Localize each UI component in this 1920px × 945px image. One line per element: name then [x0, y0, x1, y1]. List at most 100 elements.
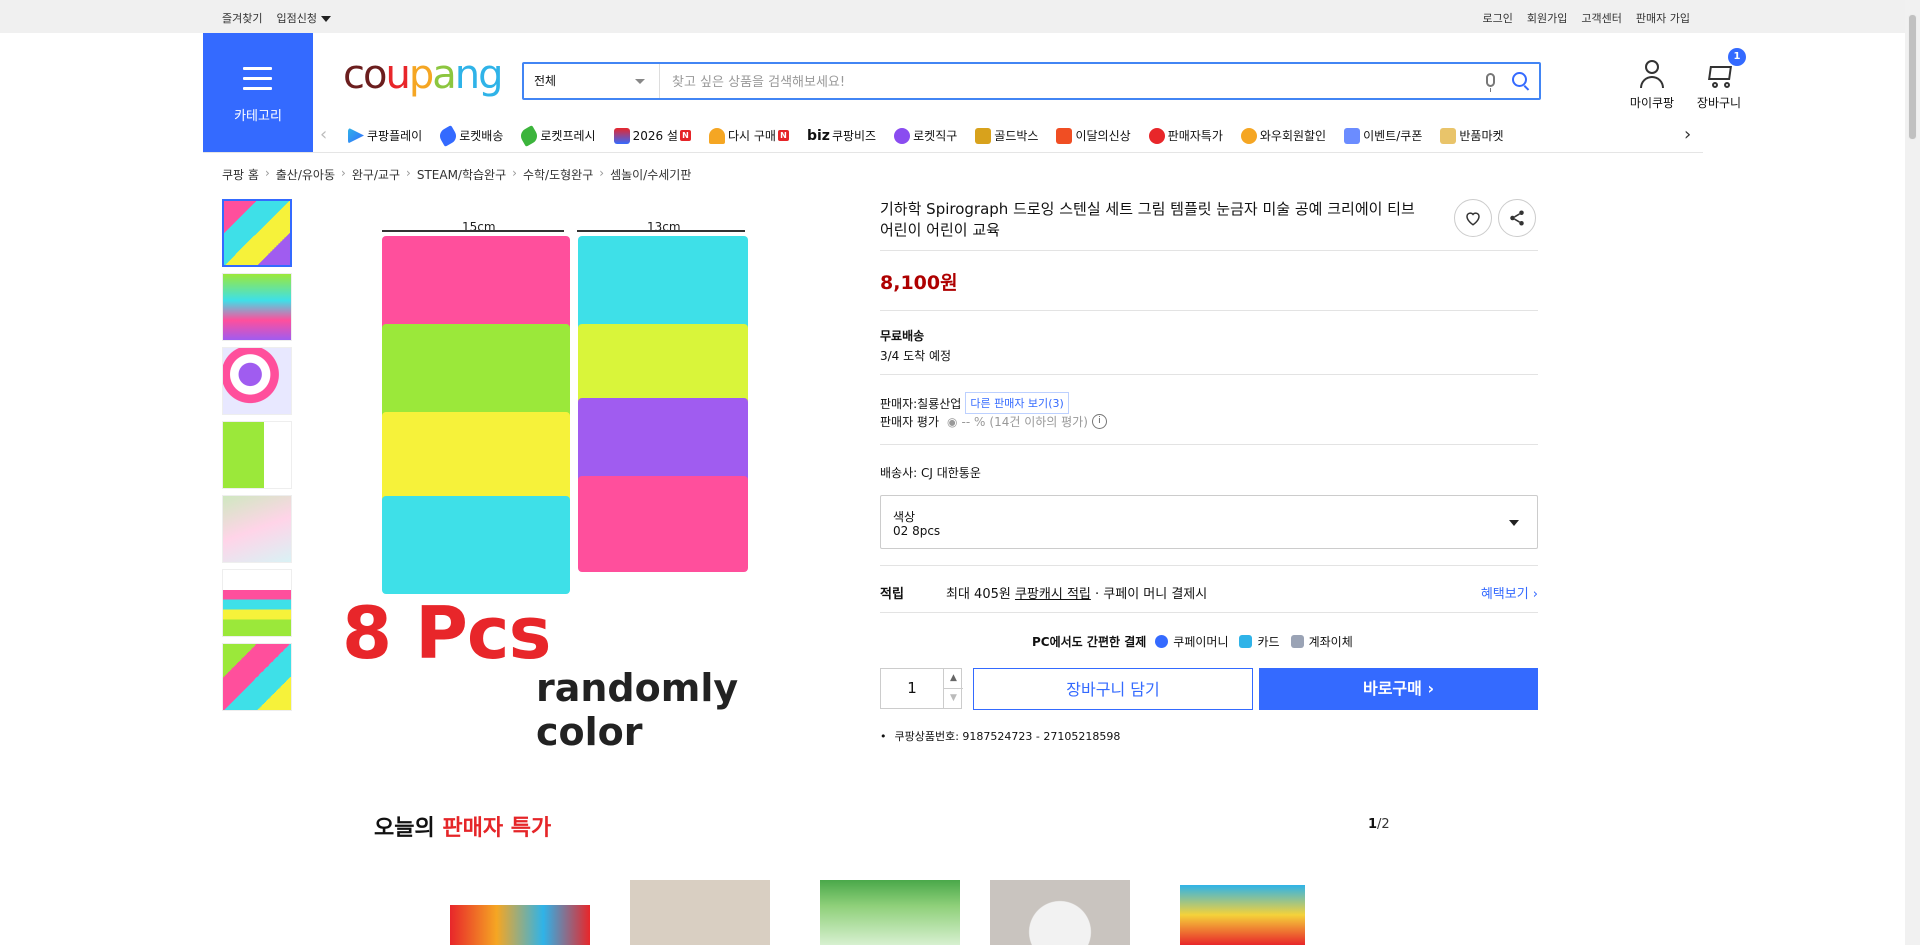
my-coupang-button[interactable]: 마이쿠팡 [1622, 60, 1682, 111]
breadcrumb-item[interactable]: 수학/도형완구 [523, 166, 593, 183]
stencil-green [382, 324, 570, 422]
chevron-right-icon: › [1532, 587, 1538, 602]
nav-item-rocket-global[interactable]: 로켓직구 [894, 127, 957, 144]
breadcrumb-item[interactable]: 쿠팡 홈 [222, 166, 259, 183]
deals-title-prefix: 오늘의 [374, 816, 443, 841]
ruler-line [382, 230, 564, 232]
coupang-logo[interactable]: coupang [343, 52, 504, 98]
breadcrumb-separator-icon: › [599, 166, 605, 180]
deals-page-total: /2 [1377, 817, 1390, 832]
category-menu-button[interactable]: 카테고리 [203, 33, 313, 152]
breadcrumb-item[interactable]: STEAM/학습완구 [417, 166, 506, 183]
signup-link[interactable]: 회원가입 [1527, 10, 1567, 26]
nav-item-return-market[interactable]: 반품마켓 [1440, 127, 1504, 144]
search-bar: 전체 [522, 62, 1541, 100]
search-input[interactable] [670, 70, 1474, 94]
shopping-bag-icon [1056, 127, 1073, 144]
market-icon [1440, 127, 1457, 144]
breadcrumb-separator-icon: › [264, 166, 270, 180]
deal-product-image[interactable] [990, 880, 1130, 945]
deal-product-image[interactable] [1180, 885, 1305, 945]
percent-icon [1148, 127, 1165, 144]
nav-item-label: 다시 구매 [727, 129, 776, 143]
customer-center-link[interactable]: 고객센터 [1581, 10, 1621, 26]
share-button[interactable] [1498, 199, 1536, 237]
product-thumbnail[interactable] [222, 199, 292, 267]
info-icon[interactable]: i [1091, 414, 1107, 429]
microphone-icon[interactable] [1486, 73, 1495, 92]
nav-item-label: 골드박스 [994, 129, 1039, 143]
other-sellers-button[interactable]: 다른 판매자 보기(3) [965, 392, 1069, 414]
stencil-cyan-animals [382, 496, 570, 594]
buy-now-label: 바로구매 [1362, 679, 1422, 698]
page-scrollbar[interactable] [1905, 0, 1920, 945]
bookmark-link[interactable]: 즐겨찾기 [222, 10, 262, 26]
breadcrumb-item[interactable]: 셈놀이/수세기판 [610, 166, 691, 183]
quantity-increase-button[interactable]: ▲ [943, 669, 963, 689]
quantity-decrease-button[interactable]: ▼ [943, 689, 963, 708]
new-badge: N [679, 130, 691, 141]
product-thumbnail[interactable] [222, 643, 292, 711]
seller-name-link[interactable]: 칠룡산업 [917, 395, 961, 412]
chevron-right-icon[interactable]: › [1678, 124, 1692, 145]
nav-item-rocket-delivery[interactable]: 로켓배송 [437, 124, 503, 147]
product-thumbnail[interactable] [222, 569, 292, 637]
breadcrumb-item[interactable]: 출산/유아동 [276, 166, 335, 183]
nav-item-wow-discount[interactable]: 와우회원할인 [1240, 127, 1327, 144]
seller-apply-link[interactable]: 입점신청 [276, 10, 331, 26]
breadcrumb-separator-icon: › [512, 166, 517, 180]
pay-method: 계좌이체 [1308, 635, 1353, 649]
deals-section-title: 오늘의 판매자 특가 [374, 810, 551, 842]
wishlist-button[interactable] [1454, 199, 1492, 237]
coupang-cash-link[interactable]: 쿠팡캐시 적립 [1015, 587, 1091, 602]
seller-signup-link[interactable]: 판매자 가입 [1636, 10, 1690, 26]
product-thumbnail[interactable] [222, 495, 292, 563]
my-coupang-label: 마이쿠팡 [1629, 96, 1675, 110]
scrollbar-thumb[interactable] [1908, 14, 1917, 140]
color-option-select[interactable]: 색상 02 8pcs [880, 495, 1538, 549]
rocket-icon [437, 124, 460, 147]
nav-item-coupang-biz[interactable]: biz 쿠팡비즈 [807, 127, 876, 144]
other-sellers-count: (3) [1048, 397, 1064, 410]
nav-item-label: 로켓프레시 [540, 129, 596, 143]
pay-method: 카드 [1257, 635, 1280, 649]
nav-item-coupang-play[interactable]: 쿠팡플레이 [348, 127, 422, 144]
nav-item-goldbox[interactable]: 골드박스 [975, 127, 1038, 144]
deals-pager[interactable]: 1/2 [1368, 817, 1390, 832]
cart-button[interactable]: 1 장바구니 [1689, 48, 1749, 111]
chevron-left-icon[interactable]: ‹ [320, 124, 327, 145]
nav-item-rebuy[interactable]: 다시 구매 N [708, 127, 789, 144]
search-category-select[interactable]: 전체 [524, 64, 660, 98]
nav-item-rocket-fresh[interactable]: 로켓프레시 [518, 124, 596, 147]
product-thumbnail[interactable] [222, 273, 292, 341]
nav-item-label: 와우회원할인 [1259, 129, 1327, 143]
login-link[interactable]: 로그인 [1483, 10, 1513, 26]
nav-item-new-arrivals[interactable]: 이달의신상 [1056, 127, 1131, 144]
image-headline: 8 Pcs [342, 591, 551, 675]
chevron-right-icon: › [1427, 679, 1435, 698]
shipping-company: 배송사: CJ 대한통운 [880, 466, 981, 480]
benefits-link[interactable]: 혜택보기 › [1481, 583, 1538, 602]
nav-item-lunar-new-year[interactable]: 2026 설N [613, 127, 691, 144]
house-icon [708, 127, 725, 144]
divider [880, 310, 1538, 311]
search-icon[interactable] [1512, 72, 1527, 87]
product-thumbnail[interactable] [222, 421, 292, 489]
cart-label: 장바구니 [1696, 96, 1742, 110]
nav-item-events-coupons[interactable]: 이벤트/쿠폰 [1344, 127, 1422, 144]
nav-item-label: 이벤트/쿠폰 [1363, 129, 1423, 143]
product-main-image[interactable]: 15cm 13cm 8 Pcs randomly color [342, 208, 832, 754]
add-to-cart-button[interactable]: 장바구니 담기 [973, 668, 1253, 710]
deal-product-image[interactable] [820, 880, 960, 945]
breadcrumb-item[interactable]: 완구/교구 [352, 166, 400, 183]
stencil-pink [382, 236, 570, 334]
nav-item-seller-deals[interactable]: 판매자특가 [1148, 127, 1223, 144]
benefits-label: 혜택보기 [1480, 587, 1529, 602]
deal-product-image[interactable] [450, 905, 590, 945]
gold-box-icon [975, 127, 992, 144]
hanbok-icon [613, 127, 630, 144]
deal-product-image[interactable] [630, 880, 770, 945]
product-thumbnail[interactable] [222, 347, 292, 415]
buy-now-button[interactable]: 바로구매 › [1259, 668, 1538, 710]
quantity-value[interactable]: 1 [881, 669, 943, 708]
